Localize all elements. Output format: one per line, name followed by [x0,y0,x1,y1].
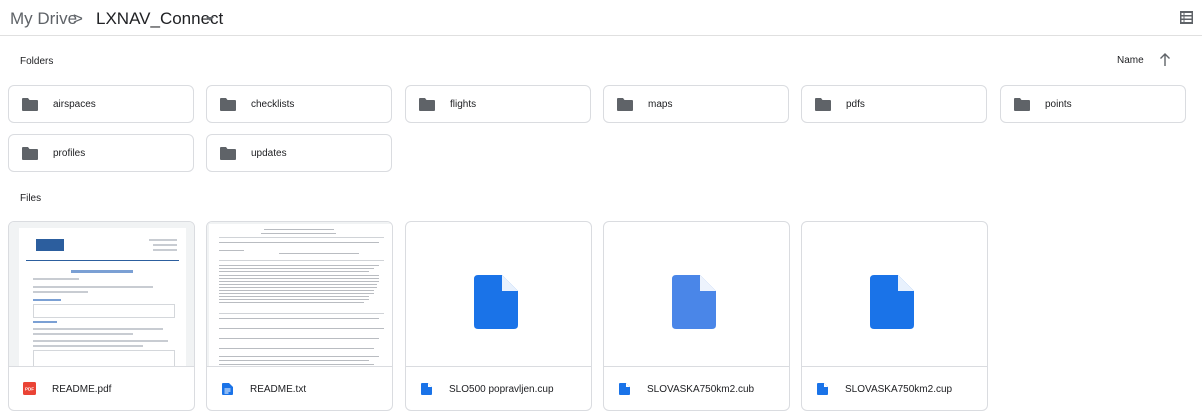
pdf-preview-page [19,228,186,366]
folder-icon [22,98,38,111]
breadcrumb-bar: My Drive > LXNAV_Connect [0,0,1202,36]
files-heading: Files [20,193,42,204]
folder-name: airspaces [53,99,96,110]
file-icon [817,383,828,395]
file-icon [870,275,914,329]
folder-icon [220,147,236,160]
folder-name: updates [251,148,287,159]
folder-maps[interactable]: maps [603,85,789,123]
list-view-icon[interactable] [1180,11,1193,24]
breadcrumb-current-folder[interactable]: LXNAV_Connect [96,9,223,29]
folders-heading: Folders [20,56,54,67]
folder-icon [617,98,633,111]
file-card-readme-txt[interactable]: README.txt [206,221,393,411]
file-preview-thumbnail [604,222,789,366]
file-name: SLOVASKA750km2.cub [647,384,755,395]
file-card-slovaska-cup[interactable]: SLOVASKA750km2.cup [801,221,988,411]
folder-name: checklists [251,99,295,110]
file-card-slovaska-cub[interactable]: SLOVASKA750km2.cub [603,221,790,411]
file-icon [672,275,716,329]
chevron-down-icon[interactable] [206,17,214,21]
breadcrumb-my-drive[interactable]: My Drive [10,9,77,29]
sort-by-name-button[interactable]: Name [1117,55,1144,66]
folder-airspaces[interactable]: airspaces [8,85,194,123]
folder-pdfs[interactable]: pdfs [801,85,987,123]
folder-icon [220,98,236,111]
breadcrumb-separator: > [73,9,83,28]
lxnav-logo [36,239,64,251]
file-name: SLOVASKA750km2.cup [845,384,953,395]
file-card-slo500-cup[interactable]: SLO500 popravljen.cup [405,221,592,411]
pdf-preview-thumbnail [9,222,194,366]
folder-icon [419,98,435,111]
text-preview-thumbnail [207,222,392,366]
file-preview-thumbnail [802,222,987,366]
folder-profiles[interactable]: profiles [8,134,194,172]
folder-checklists[interactable]: checklists [206,85,392,123]
file-preview-thumbnail [406,222,591,366]
pdf-icon: PDF [23,382,36,395]
file-name: README.pdf [52,384,112,395]
text-preview-page [209,224,392,366]
file-icon [421,383,432,395]
folder-name: profiles [53,148,86,159]
folder-name: pdfs [846,99,865,110]
arrow-up-icon[interactable] [1159,53,1171,67]
file-card-readme-pdf[interactable]: PDF README.pdf [8,221,195,411]
folder-updates[interactable]: updates [206,134,392,172]
file-name: SLO500 popravljen.cup [449,384,554,395]
folder-flights[interactable]: flights [405,85,591,123]
file-name: README.txt [250,384,307,395]
file-icon [474,275,518,329]
folder-points[interactable]: points [1000,85,1186,123]
file-icon [619,383,630,395]
folder-icon [22,147,38,160]
pdf-icon-label: PDF [25,387,34,392]
folder-icon [815,98,831,111]
folder-name: maps [648,99,673,110]
folder-name: points [1045,99,1072,110]
folder-icon [1014,98,1030,111]
doc-icon [222,383,233,395]
folder-name: flights [450,99,477,110]
